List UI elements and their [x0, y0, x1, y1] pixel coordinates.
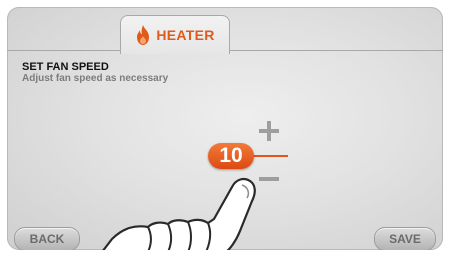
plus-icon[interactable] [259, 121, 279, 141]
tab-heater[interactable]: HEATER [120, 15, 230, 54]
page-subtitle: Adjust fan speed as necessary [22, 73, 169, 84]
tab-label: HEATER [156, 27, 215, 43]
save-button[interactable]: SAVE [374, 227, 436, 250]
device-frame: HEATER SET FAN SPEED Adjust fan speed as… [0, 0, 450, 257]
page-title: SET FAN SPEED [22, 61, 109, 73]
fan-speed-value[interactable]: 10 [208, 143, 254, 169]
hand-pointer-icon [102, 177, 256, 250]
heater-screen: HEATER SET FAN SPEED Adjust fan speed as… [7, 7, 443, 250]
back-button[interactable]: BACK [14, 227, 80, 250]
flame-icon [137, 25, 150, 45]
